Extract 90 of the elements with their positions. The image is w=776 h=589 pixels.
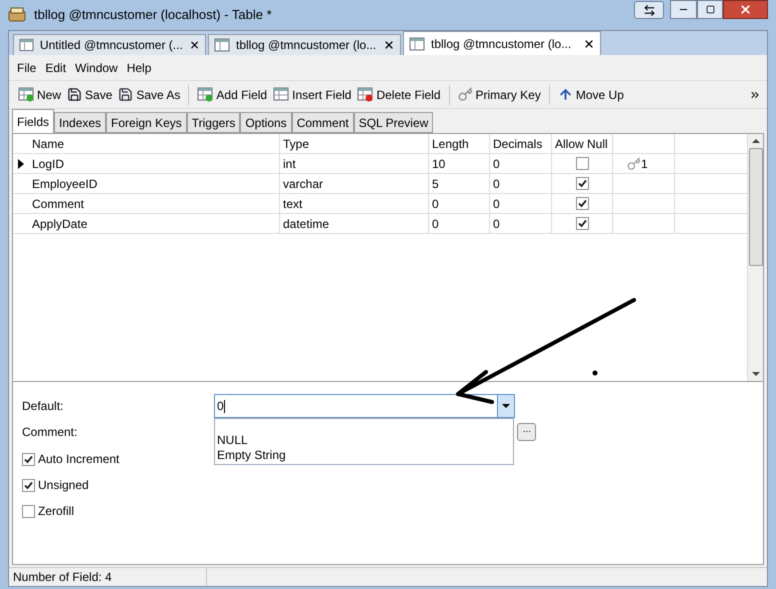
table-icon: [18, 87, 34, 102]
default-combobox[interactable]: 0: [214, 394, 515, 418]
checkbox[interactable]: [22, 478, 35, 492]
tab[interactable]: Indexes: [54, 112, 106, 133]
table-icon: [19, 38, 34, 52]
checkbox[interactable]: [576, 177, 588, 190]
tab[interactable]: SQL Preview: [354, 112, 434, 133]
tab[interactable]: Options: [240, 112, 292, 133]
document-tab[interactable]: tbllog @tmncustomer (lo...: [403, 31, 601, 55]
checkbox-label: Auto Increment: [38, 451, 120, 468]
table-cell: 0: [429, 194, 490, 213]
caret-icon: [502, 404, 510, 408]
dot-mark: [592, 370, 598, 376]
checkbox[interactable]: [576, 217, 588, 230]
key-number: 1: [641, 156, 648, 172]
menu-item[interactable]: Edit: [45, 58, 66, 76]
dropdown-option[interactable]: NULL: [217, 433, 513, 448]
tab[interactable]: Fields: [12, 109, 54, 133]
toolbar-button[interactable]: Save As: [115, 84, 184, 106]
save-icon: [67, 87, 82, 102]
save-icon: [118, 87, 134, 102]
table-icon: [214, 38, 230, 52]
tab[interactable]: Foreign Keys: [106, 112, 187, 133]
close-icon[interactable]: [188, 39, 200, 51]
tab-label: Untitled @tmncustomer (...: [40, 37, 183, 54]
table-cell: datetime: [280, 214, 429, 233]
table-cell: int: [280, 154, 429, 173]
tab[interactable]: Triggers: [186, 112, 240, 133]
menu-item[interactable]: Help: [126, 58, 152, 76]
window-title: tbllog @tmncustomer (localhost) - Table *: [34, 6, 272, 24]
table-cell: ApplyDate: [29, 214, 280, 233]
toolbar-button[interactable]: Save: [64, 84, 116, 106]
table-cell: 0: [490, 174, 552, 193]
toolbar-button[interactable]: Add Field: [194, 84, 270, 106]
tab[interactable]: Comment: [292, 112, 354, 133]
app-icon: [8, 7, 26, 23]
checkbox-label: Zerofill: [38, 503, 74, 520]
toolbar-button[interactable]: Move Up: [554, 84, 627, 106]
table-cell: 0: [429, 214, 490, 233]
checkbox[interactable]: [576, 197, 588, 210]
table-icon: [197, 87, 214, 102]
toolbar-button[interactable]: Primary Key: [454, 84, 544, 106]
table-icon: [357, 87, 374, 102]
menu-item[interactable]: Window: [75, 58, 118, 76]
table-cell: Comment: [29, 194, 280, 213]
column-header[interactable]: Name: [29, 134, 280, 153]
tab-label: tbllog @tmncustomer (lo...: [236, 37, 376, 54]
toolbar-button[interactable]: New: [15, 84, 64, 106]
table-cell: 5: [429, 174, 490, 193]
table-cell: 0: [490, 194, 552, 213]
ellipsis-button[interactable]: ...: [517, 423, 536, 441]
table-cell: LogID: [29, 154, 280, 173]
close-button[interactable]: [723, 0, 768, 19]
toolbar-button[interactable]: Insert Field: [270, 84, 354, 106]
table-cell: varchar: [280, 174, 429, 193]
resize-button[interactable]: [634, 1, 664, 19]
table-cell: 0: [490, 154, 552, 173]
key-icon: [458, 87, 472, 102]
dropdown-option[interactable]: Empty String: [217, 448, 513, 463]
column-header[interactable]: Type: [280, 134, 429, 153]
key-icon: [627, 156, 641, 170]
maximize-icon: [706, 5, 714, 14]
default-label: Default:: [22, 398, 64, 415]
column-header[interactable]: Allow Null: [552, 134, 613, 153]
checkbox[interactable]: [22, 504, 35, 518]
maximize-button[interactable]: [697, 0, 723, 19]
checkbox[interactable]: [576, 157, 588, 170]
table-cell: 10: [429, 154, 490, 173]
column-header[interactable]: Decimals: [490, 134, 552, 153]
scrollbar[interactable]: [747, 134, 763, 381]
menu-item[interactable]: File: [17, 58, 36, 76]
document-tab[interactable]: Untitled @tmncustomer (...: [13, 34, 206, 55]
checkbox[interactable]: [22, 452, 35, 466]
close-icon[interactable]: [583, 38, 595, 50]
tab-label: tbllog @tmncustomer (lo...: [431, 36, 572, 52]
checkbox-label: Unsigned: [38, 477, 89, 494]
document-tab[interactable]: tbllog @tmncustomer (lo...: [208, 34, 401, 55]
close-icon: [739, 3, 752, 16]
table-cell: text: [280, 194, 429, 213]
row-pointer-icon: [18, 158, 24, 168]
close-icon[interactable]: [383, 39, 395, 51]
toolbar-button[interactable]: Delete Field: [354, 84, 444, 106]
table-cell: 0: [490, 214, 552, 233]
comment-label: Comment:: [22, 424, 78, 441]
status-text: Number of Field: 4: [9, 568, 207, 586]
table-icon: [273, 87, 290, 102]
column-header[interactable]: Length: [429, 134, 490, 153]
table-icon: [409, 36, 425, 50]
double-arrow-icon: [642, 4, 656, 16]
table-cell: EmployeeID: [29, 174, 280, 193]
